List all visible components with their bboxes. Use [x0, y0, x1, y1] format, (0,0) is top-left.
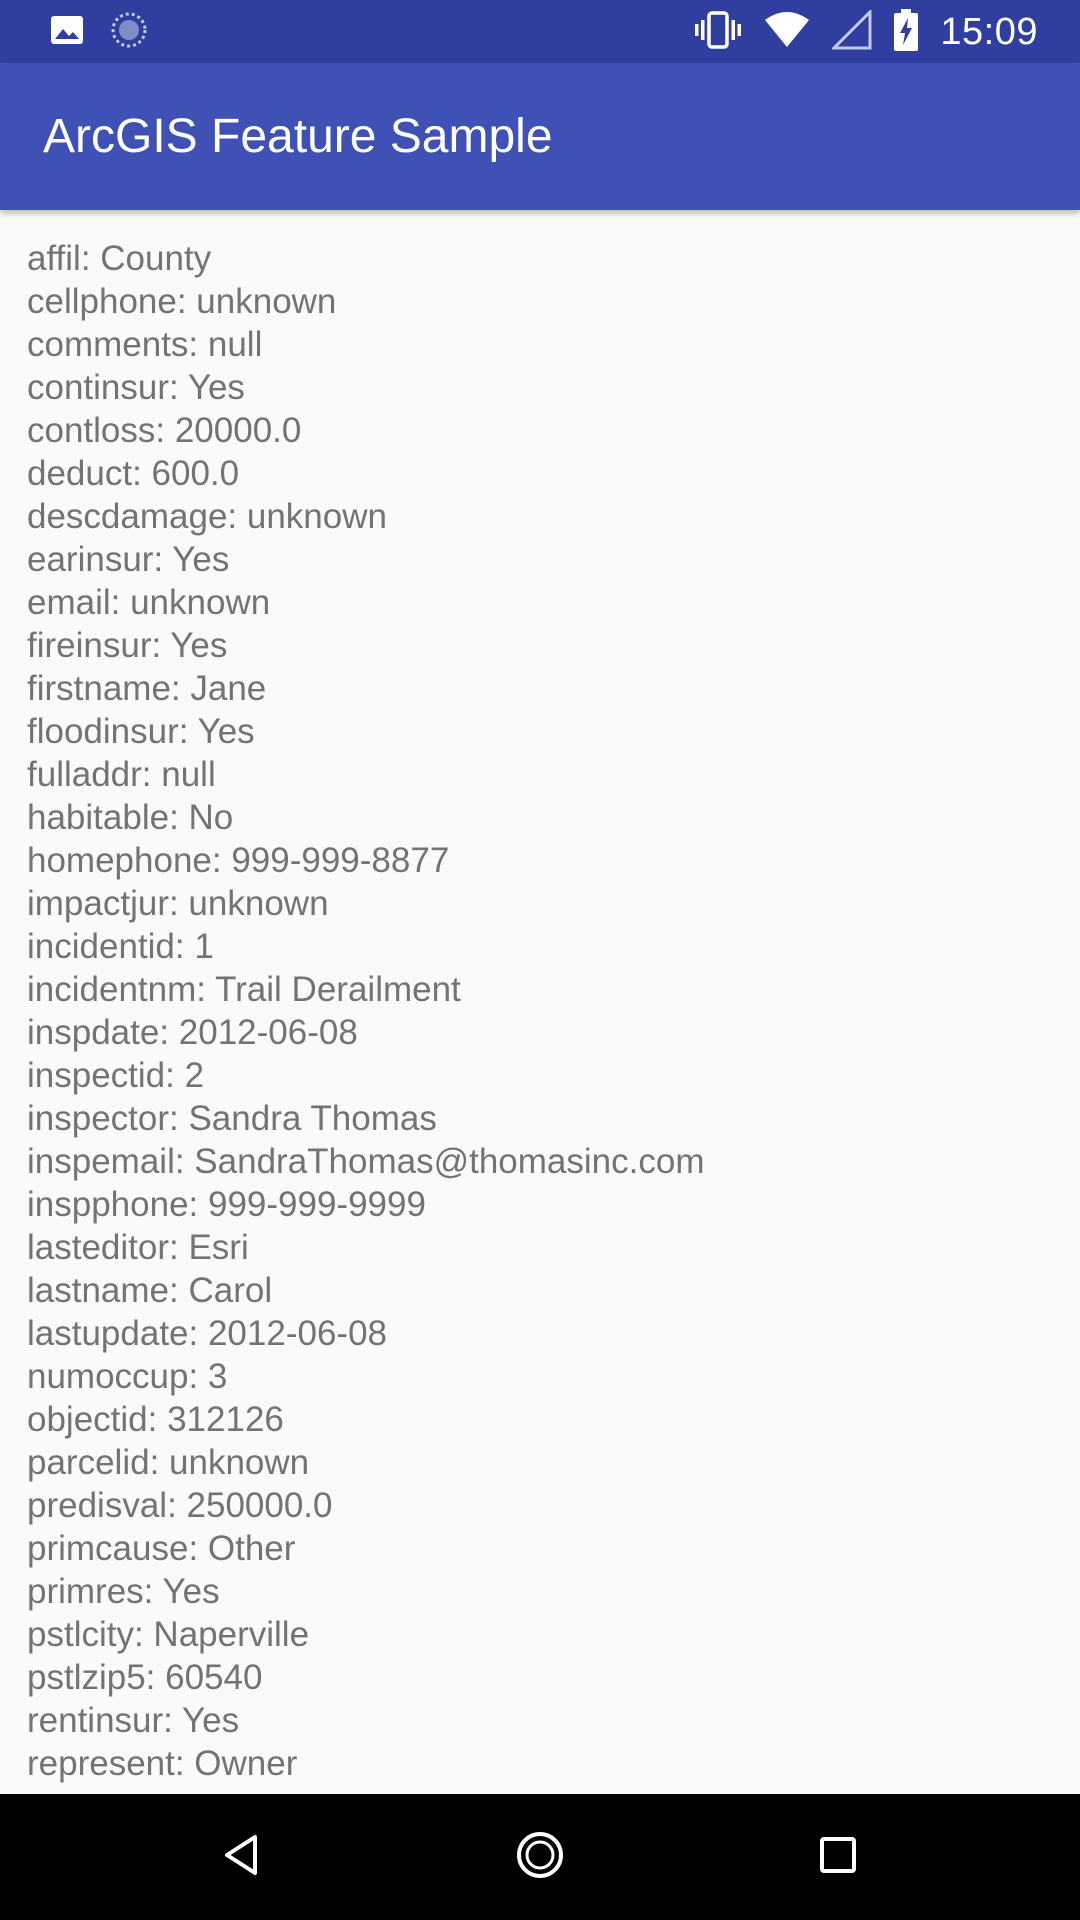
recents-button[interactable] [803, 1822, 873, 1892]
attribute-row: comments: null [27, 325, 263, 364]
attribute-row: incidentid: 1 [27, 927, 214, 966]
status-bar: 15:09 [0, 0, 1080, 63]
battery-charging-icon [894, 8, 919, 56]
attribute-row: impactjur: unknown [27, 884, 329, 923]
app-title: ArcGIS Feature Sample [43, 110, 553, 163]
attribute-row: inspector: Sandra Thomas [27, 1099, 437, 1138]
attribute-row: habitable: No [27, 798, 234, 837]
attribute-row: continsur: Yes [27, 368, 245, 407]
attribute-row: numoccup: 3 [27, 1357, 228, 1396]
attribute-row: lasteditor: Esri [27, 1228, 249, 1267]
attribute-row: email: unknown [27, 583, 271, 622]
attribute-row: lastname: Carol [27, 1271, 273, 1310]
image-icon [50, 15, 84, 50]
attribute-row: firstname: Jane [27, 669, 267, 708]
wifi-icon [764, 11, 810, 53]
navigation-bar [0, 1794, 1080, 1920]
attribute-row: parcelid: unknown [27, 1443, 310, 1482]
cellular-signal-icon [830, 7, 872, 55]
attribute-row: lastupdate: 2012-06-08 [27, 1314, 387, 1353]
attribute-row: objectid: 312126 [27, 1400, 284, 1439]
attribute-row: rentinsur: Yes [27, 1701, 240, 1740]
attribute-row: inspectid: 2 [27, 1056, 205, 1095]
attribute-row: predisval: 250000.0 [27, 1486, 333, 1525]
attribute-row: incidentnm: Trail Derailment [27, 970, 461, 1009]
home-icon [515, 1830, 565, 1885]
attribute-row: pstlcity: Naperville [27, 1615, 310, 1654]
app-bar: ArcGIS Feature Sample [0, 63, 1080, 210]
back-icon [221, 1833, 261, 1882]
vibrate-icon [694, 10, 742, 55]
attribute-row: pstlzip5: 60540 [27, 1658, 263, 1697]
attribute-row: affil: County [27, 239, 212, 278]
attribute-row: fireinsur: Yes [27, 626, 228, 665]
attribute-row: primres: Yes [27, 1572, 220, 1611]
attribute-row: deduct: 600.0 [27, 454, 240, 493]
attribute-row: cellphone: unknown [27, 282, 337, 321]
home-button[interactable] [505, 1822, 575, 1892]
sync-icon [110, 11, 148, 54]
status-time: 15:09 [940, 10, 1038, 53]
feature-attributes-panel[interactable]: affil: County cellphone: unknown comment… [0, 210, 1080, 1794]
recents-icon [818, 1835, 858, 1880]
attribute-row: homephone: 999-999-8877 [27, 841, 450, 880]
attribute-row: inspdate: 2012-06-08 [27, 1013, 358, 1052]
attribute-row: floodinsur: Yes [27, 712, 255, 751]
back-button[interactable] [206, 1822, 276, 1892]
attribute-row: inspphone: 999-999-9999 [27, 1185, 426, 1224]
attribute-row: descdamage: unknown [27, 497, 387, 536]
attribute-row: fulladdr: null [27, 755, 216, 794]
attribute-row: contloss: 20000.0 [27, 411, 302, 450]
attribute-row: earinsur: Yes [27, 540, 230, 579]
attribute-row: inspemail: SandraThomas@thomasinc.com [27, 1142, 705, 1181]
attribute-row: represent: Owner [27, 1744, 298, 1783]
attribute-list: affil: County cellphone: unknown comment… [27, 237, 704, 1785]
attribute-row: primcause: Other [27, 1529, 296, 1568]
